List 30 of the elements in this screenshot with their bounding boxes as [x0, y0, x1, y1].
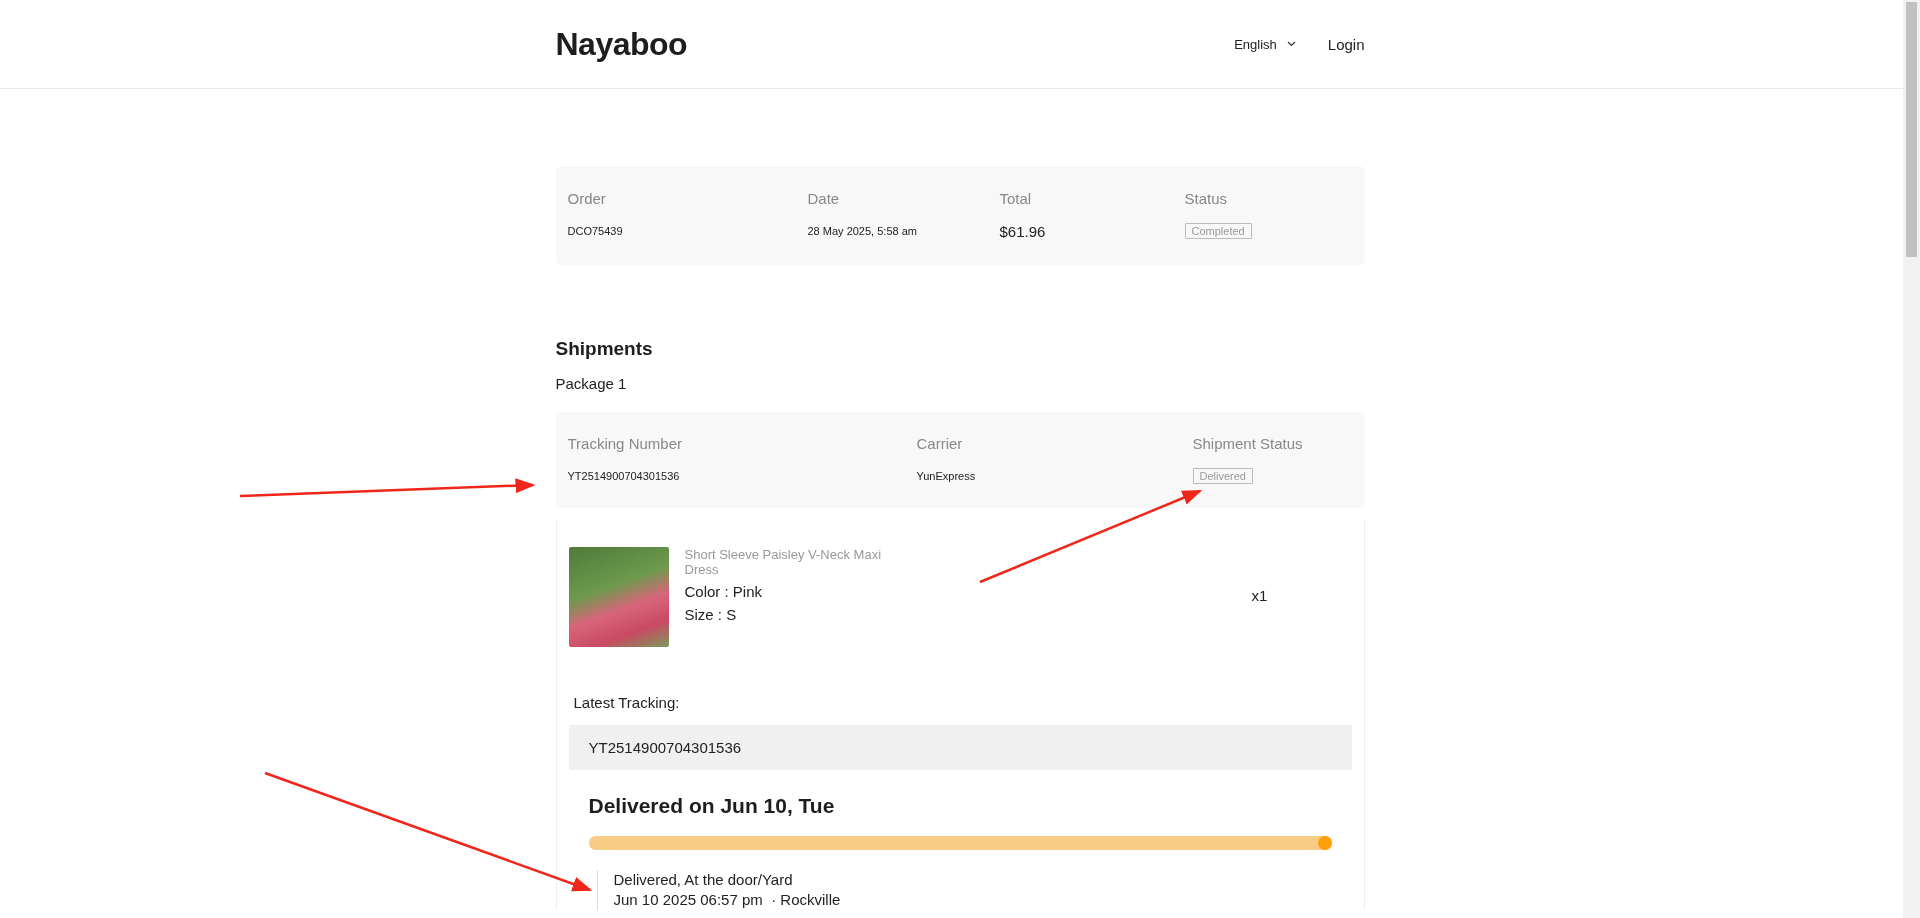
scrollbar[interactable] — [1903, 0, 1920, 918]
delivery-headline: Delivered on Jun 10, Tue — [588, 794, 836, 818]
column-header: Shipment Status — [1192, 435, 1304, 454]
section-title: Shipments — [555, 338, 654, 360]
language-dropdown[interactable]: English — [1234, 36, 1296, 52]
product-size: Size : S — [684, 606, 738, 623]
order-total: $61.96 — [999, 222, 1046, 240]
column-header: Order — [567, 190, 607, 209]
column-header: Tracking Number — [567, 435, 683, 454]
column-header: Date — [807, 190, 841, 209]
event-location: · Rockville — [771, 891, 841, 908]
package-label: Package 1 — [555, 375, 628, 392]
status-badge: Delivered — [1192, 468, 1253, 484]
order-date: 28 May 2025, 5:58 am — [807, 225, 917, 237]
carrier-name: YunExpress — [916, 470, 976, 482]
event-title: Delivered, At the door/Yard — [613, 870, 794, 890]
column-header: Status — [1184, 190, 1229, 209]
product-color: Color : Pink — [684, 583, 764, 600]
site-logo[interactable]: Nayaboo — [555, 25, 688, 63]
latest-tracking-label: Latest Tracking: — [573, 694, 681, 711]
login-link[interactable]: Login — [1327, 35, 1365, 53]
tracking-number: YT2514900704301536 — [567, 470, 680, 482]
status-badge: Completed — [1184, 223, 1252, 239]
tracking-number-bar: YT2514900704301536 — [568, 725, 1352, 770]
quantity: x1 — [1251, 587, 1268, 604]
event-time: Jun 10 2025 06:57 pm — [613, 891, 763, 908]
order-number: DCO75439 — [567, 225, 623, 237]
column-header: Carrier — [916, 435, 964, 454]
column-header: Total — [999, 190, 1033, 209]
chevron-down-icon — [1286, 41, 1296, 47]
